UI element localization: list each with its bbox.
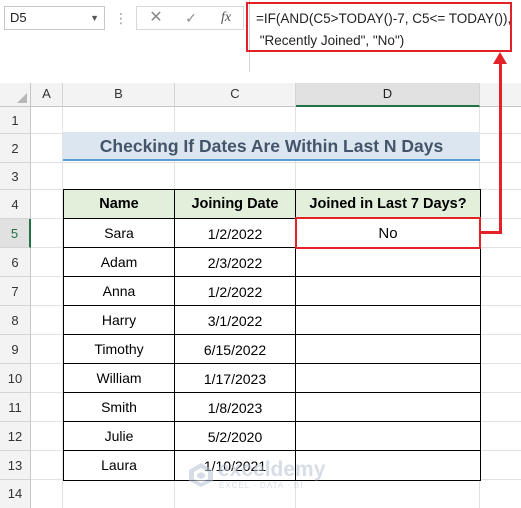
arrow-up-icon xyxy=(493,52,507,64)
cell-result[interactable] xyxy=(296,248,481,277)
row-header-12[interactable]: 12 xyxy=(0,422,31,451)
header-date[interactable]: Joining Date xyxy=(175,190,296,219)
arrow-connector xyxy=(499,62,502,233)
cell-name[interactable]: Timothy xyxy=(64,335,175,364)
cell-name[interactable]: Smith xyxy=(64,393,175,422)
cell-date[interactable]: 5/2/2020 xyxy=(175,422,296,451)
insert-function-icon[interactable]: fx xyxy=(215,6,237,30)
sheet-title[interactable]: Checking If Dates Are Within Last N Days xyxy=(63,132,480,161)
name-box-value: D5 xyxy=(10,10,27,25)
chevron-down-icon[interactable]: ▼ xyxy=(90,7,99,29)
cancel-icon[interactable]: ✕ xyxy=(148,6,164,30)
column-header-b[interactable]: B xyxy=(63,83,175,107)
column-header-a[interactable]: A xyxy=(31,83,63,107)
row-header-6[interactable]: 6 xyxy=(0,248,31,277)
enter-icon[interactable]: ✓ xyxy=(183,6,199,30)
cell-result[interactable] xyxy=(296,335,481,364)
exceldemy-logo-icon xyxy=(189,463,213,487)
watermark-tagline: EXCEL · DATA · BI xyxy=(219,481,304,490)
cell-name[interactable]: Laura xyxy=(64,451,175,481)
cell-name[interactable]: Julie xyxy=(64,422,175,451)
row-header-1[interactable]: 1 xyxy=(0,107,31,134)
row-header-14[interactable]: 14 xyxy=(0,480,31,508)
row-header-11[interactable]: 11 xyxy=(0,393,31,422)
watermark-name: exceldemy xyxy=(218,458,326,481)
drag-handle-icon[interactable]: ⋮ xyxy=(114,9,128,27)
watermark: exceldemy EXCEL · DATA · BI xyxy=(188,458,338,494)
row-header-5[interactable]: 5 xyxy=(0,219,31,248)
cell-date[interactable]: 1/2/2022 xyxy=(175,277,296,306)
row-header-8[interactable]: 8 xyxy=(0,306,31,335)
cell-result[interactable] xyxy=(296,422,481,451)
name-box[interactable]: D5 ▼ xyxy=(4,6,105,30)
cell-result[interactable] xyxy=(296,393,481,422)
row-header-10[interactable]: 10 xyxy=(0,364,31,393)
gridline xyxy=(31,162,521,163)
row-header-9[interactable]: 9 xyxy=(0,335,31,364)
cell-date[interactable]: 1/8/2023 xyxy=(175,393,296,422)
cell-date[interactable]: 6/15/2022 xyxy=(175,335,296,364)
row-header-3[interactable]: 3 xyxy=(0,163,31,190)
header-name[interactable]: Name xyxy=(64,190,175,219)
result-highlight-box xyxy=(295,217,481,249)
row-header-2[interactable]: 2 xyxy=(0,134,31,163)
cell-date[interactable]: 1/17/2023 xyxy=(175,364,296,393)
header-result[interactable]: Joined in Last 7 Days? xyxy=(296,190,481,219)
select-all-corner[interactable] xyxy=(0,83,31,107)
cell-result[interactable] xyxy=(296,306,481,335)
row-header-4[interactable]: 4 xyxy=(0,190,31,219)
cell-name[interactable]: Adam xyxy=(64,248,175,277)
cell-name[interactable]: Sara xyxy=(64,219,175,248)
row-header-7[interactable]: 7 xyxy=(0,277,31,306)
cell-name[interactable]: William xyxy=(64,364,175,393)
cell-name[interactable]: Anna xyxy=(64,277,175,306)
column-header-d[interactable]: D xyxy=(296,83,480,107)
row-header-13[interactable]: 13 xyxy=(0,451,31,480)
cell-result[interactable] xyxy=(296,364,481,393)
formula-highlight-box xyxy=(246,2,512,52)
cell-name[interactable]: Harry xyxy=(64,306,175,335)
column-header-c[interactable]: C xyxy=(175,83,296,107)
cell-date[interactable]: 2/3/2022 xyxy=(175,248,296,277)
cell-date[interactable]: 1/2/2022 xyxy=(175,219,296,248)
cell-date[interactable]: 3/1/2022 xyxy=(175,306,296,335)
cell-result[interactable] xyxy=(296,277,481,306)
